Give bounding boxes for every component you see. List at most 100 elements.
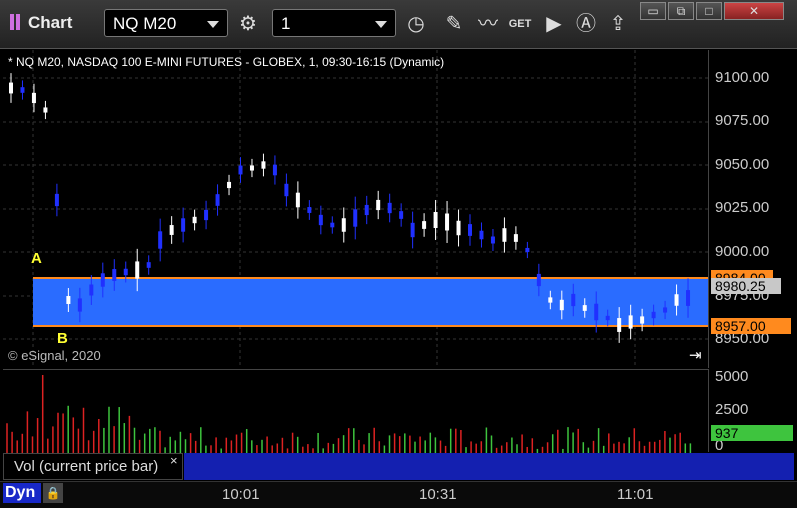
link-icon[interactable]: ⇪ [604,10,632,38]
candle-body [31,92,36,104]
candle-body [605,315,610,321]
price-label: 9100.00 [715,69,770,86]
esignal-logo-icon [10,14,14,30]
price-chart[interactable] [3,50,708,368]
candle-body [468,224,472,236]
candle-body [663,307,668,313]
candle-body [445,213,450,231]
price-label: 9050.00 [715,156,770,173]
candle-body [502,228,507,242]
last-price-tag: 8980.25 [711,278,781,294]
marker-b: B [57,330,68,347]
candle-body [341,218,346,232]
candle-body [376,199,381,211]
candle-body [456,220,461,236]
candle-body [238,165,243,175]
candle-body [146,262,151,268]
candle-body [112,269,117,281]
candle-body [181,218,186,232]
settings-icon[interactable]: ⚙ [234,10,262,38]
time-label: 10:31 [419,486,457,503]
symbol-combo[interactable]: NQ M20 [104,9,228,37]
candle-body [89,284,94,296]
candle-body [548,297,553,303]
clock-icon[interactable]: ◷ [402,10,430,38]
candle-body [123,268,128,276]
copyright-label: © eSignal, 2020 [8,348,101,363]
candle-body [261,161,266,169]
candle-body [158,231,163,249]
restore-button[interactable]: ⧉ [668,2,694,20]
symbol-value: NQ M20 [113,14,177,33]
candle-body [628,315,633,329]
close-icon[interactable]: × [170,453,178,468]
esignal-logo-icon-2 [16,14,20,30]
candle-body [387,202,392,214]
time-axis[interactable]: 10:01 10:31 11:01 [0,481,797,508]
candle-body [215,194,220,206]
pencil-icon[interactable]: ✎ [440,10,468,38]
minimize-small-button[interactable]: ▭ [640,2,666,20]
candle-body [422,221,427,229]
candle-body [353,209,358,227]
candle-body [330,222,335,228]
chevron-down-icon[interactable] [375,21,387,28]
candle-body [410,222,415,238]
volume-bars [6,375,692,453]
low-level-tag: 8957.00 [711,318,791,334]
candle-body [433,211,438,229]
price-label: 9075.00 [715,112,770,129]
candle-body [227,181,232,189]
dynamic-mode-button[interactable]: Dyn [3,483,41,503]
scroll-to-end-icon[interactable]: ⇥ [689,346,702,364]
candle-body [43,107,48,113]
candle-body [674,294,679,306]
candle-body [284,183,289,197]
candle-body [100,273,105,287]
candle-body [513,234,518,242]
price-label: 9000.00 [715,243,770,260]
candle-body [135,261,140,279]
price-axis[interactable]: 9100.00 9075.00 9050.00 9025.00 9000.00 … [708,50,797,368]
time-label: 10:01 [222,486,260,503]
candle-body [559,299,564,311]
maximize-button[interactable]: □ [696,2,722,20]
candle-body [54,193,59,207]
alert-icon[interactable]: Ⓐ [572,10,600,38]
volume-axis[interactable]: 5000 2500 0 937 [708,368,797,454]
study-icon[interactable]: 〰 [474,10,502,38]
interval-combo[interactable]: 1 [272,9,396,37]
get-icon[interactable]: GET [506,10,534,38]
play-icon[interactable]: ▶ [540,10,568,38]
volume-label: 5000 [715,368,749,385]
candle-body [536,273,541,287]
candle-body [9,82,13,94]
candle-body [272,164,277,176]
volume-legend[interactable]: Vol (current price bar) [3,453,183,480]
candle-body [571,293,576,307]
close-button[interactable]: ✕ [724,2,784,20]
candle-body [479,230,484,240]
chart-header: * NQ M20, NASDAQ 100 E-MINI FUTURES - GL… [8,55,445,69]
candle-body [364,204,369,216]
toolbar: Chart NQ M20 ⚙ 1 ◷ ✎ 〰 GET ▶ Ⓐ ⇪ ▭ ⧉ □ ✕ [0,0,797,49]
candle-body [651,311,656,319]
candle-body [20,87,25,93]
candle-body [192,216,197,224]
candle-body [594,303,599,321]
volume-pane[interactable] [3,369,708,453]
volume-legend-strip [184,453,794,480]
candlestick-chart [3,50,708,368]
window-title: Chart [28,13,73,32]
volume-last-tag: 937 [711,425,793,441]
price-label: 9025.00 [715,199,770,216]
candle-body [307,207,312,213]
lock-icon[interactable]: 🔒 [43,483,63,503]
candle-body [77,298,82,312]
marker-a: A [31,250,42,267]
chevron-down-icon[interactable] [207,21,219,28]
time-label: 11:01 [617,486,654,503]
candle-body [169,225,174,235]
candle-body [66,296,71,304]
candle-body [399,211,404,219]
